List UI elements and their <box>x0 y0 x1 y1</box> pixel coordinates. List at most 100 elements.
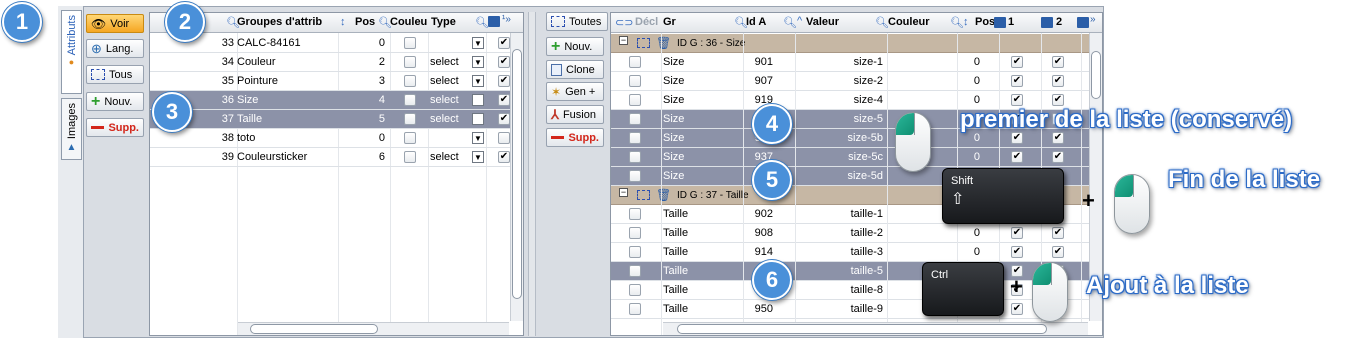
scroll-thumb[interactable] <box>1091 51 1101 99</box>
link-icon[interactable]: ⊂⊃ <box>615 16 633 29</box>
header-couleur[interactable]: Couleu <box>390 16 430 28</box>
gen-button[interactable]: ✶ Gen + <box>546 82 604 101</box>
header-ida[interactable]: Id A <box>746 16 776 28</box>
col1-checkbox[interactable]: ✔ <box>1011 246 1023 258</box>
trash-icon[interactable]: 🗑︎ <box>656 188 671 202</box>
couleur-checkbox[interactable] <box>404 37 416 49</box>
col2-checkbox[interactable]: ✔ <box>1052 75 1064 87</box>
select-checkbox[interactable] <box>629 246 641 258</box>
table-row[interactable]: Taille950taille-9✔✔ <box>611 300 1089 319</box>
table-row[interactable]: 33 CALC-84161 0 ▼ ✔ <box>150 34 510 53</box>
select-checkbox[interactable] <box>629 75 641 87</box>
supp-button[interactable]: Supp. <box>546 128 604 147</box>
toutes-button[interactable]: Toutes <box>546 12 608 31</box>
horizontal-scrollbar[interactable] <box>238 322 509 335</box>
search-icon[interactable]: 🔍︎ <box>950 16 964 29</box>
couleur-checkbox[interactable] <box>404 75 416 87</box>
trash-icon[interactable]: 🗑︎ <box>656 36 671 50</box>
select-checkbox[interactable] <box>629 56 641 68</box>
col2-checkbox[interactable]: ✔ <box>1052 94 1064 106</box>
select-checkbox[interactable] <box>629 132 641 144</box>
column-chooser-icon[interactable] <box>488 16 500 27</box>
horizontal-scrollbar[interactable] <box>663 322 1088 335</box>
header-valeur[interactable]: Valeur <box>806 16 856 28</box>
row-checkbox[interactable]: ✔ <box>498 113 510 125</box>
tous-button[interactable]: Tous <box>86 65 144 84</box>
table-row[interactable]: 37 Taille 5 select ▼ ✔ <box>150 110 510 129</box>
row-checkbox[interactable] <box>498 132 510 144</box>
lang-button[interactable]: ⊕ Lang. <box>86 39 144 58</box>
row-checkbox[interactable]: ✔ <box>498 37 510 49</box>
type-dropdown-icon[interactable]: ▼ <box>472 132 484 144</box>
fusion-button[interactable]: ⅄ Fusion <box>546 105 604 124</box>
select-checkbox[interactable] <box>629 113 641 125</box>
header-col-1[interactable]: 1 <box>1008 16 1020 28</box>
couleur-checkbox[interactable] <box>404 132 416 144</box>
col1-checkbox[interactable]: ✔ <box>1011 227 1023 239</box>
clone-button[interactable]: Clone <box>546 60 604 79</box>
col2-checkbox[interactable]: ✔ <box>1052 246 1064 258</box>
sort-icon[interactable]: ↕ <box>963 16 969 28</box>
col1-checkbox[interactable]: ✔ <box>1011 94 1023 106</box>
collapse-icon[interactable]: − <box>619 188 628 197</box>
header-pos[interactable]: Pos <box>355 16 379 28</box>
header-decl[interactable]: Décl <box>635 16 661 28</box>
row-checkbox[interactable]: ✔ <box>498 94 510 106</box>
type-dropdown-icon[interactable]: ▼ <box>472 151 484 163</box>
table-row[interactable]: 38 toto 0 ▼ <box>150 129 510 148</box>
splitter[interactable] <box>528 12 536 336</box>
table-row[interactable]: Taille 908 taille-2 0 ✔ ✔ <box>611 224 1089 243</box>
select-checkbox[interactable] <box>629 303 641 315</box>
select-checkbox[interactable] <box>629 170 641 182</box>
col1-checkbox[interactable]: ✔ <box>1011 56 1023 68</box>
table-row[interactable]: 34 Couleur 2 select ▼ ✔ <box>150 53 510 72</box>
column-chooser-icon[interactable] <box>1041 17 1053 28</box>
type-dropdown-icon[interactable]: ▼ <box>472 94 484 106</box>
table-row[interactable]: Size 907 size-2 0 ✔ ✔ <box>611 72 1089 91</box>
row-checkbox[interactable]: ✔ <box>498 151 510 163</box>
table-row[interactable]: Size 901 size-1 0 ✔ ✔ <box>611 53 1089 72</box>
select-checkbox[interactable] <box>629 227 641 239</box>
expand-columns-icon[interactable]: ¹» <box>502 14 511 25</box>
type-dropdown-icon[interactable]: ▼ <box>472 75 484 87</box>
search-icon[interactable]: 🔍︎ <box>783 16 797 29</box>
sort-asc-icon[interactable]: ^ <box>797 15 802 27</box>
col1-checkbox[interactable]: ✔ <box>1011 303 1023 315</box>
supp-button[interactable]: Supp. <box>86 118 144 137</box>
collapse-icon[interactable]: − <box>619 36 628 45</box>
select-checkbox[interactable] <box>629 151 641 163</box>
col1-checkbox[interactable]: ✔ <box>1011 151 1023 163</box>
col1-checkbox[interactable]: ✔ <box>1011 75 1023 87</box>
table-row[interactable]: Size 937 size-5c 0 ✔ ✔ <box>611 148 1089 167</box>
table-row[interactable]: 35 Pointure 3 select ▼ ✔ <box>150 72 510 91</box>
header-couleur[interactable]: Couleur <box>888 16 938 28</box>
tab-attributs[interactable]: Attributs ● <box>61 10 82 94</box>
select-group-icon[interactable] <box>637 190 650 200</box>
scroll-thumb[interactable] <box>250 324 378 334</box>
expand-columns-icon[interactable] <box>1077 17 1089 28</box>
select-checkbox[interactable] <box>629 208 641 220</box>
col2-checkbox[interactable]: ✔ <box>1052 227 1064 239</box>
select-checkbox[interactable] <box>629 265 641 277</box>
search-icon[interactable]: 🔍︎ <box>875 16 889 29</box>
header-col-2[interactable]: 2 <box>1056 16 1068 28</box>
select-group-icon[interactable] <box>637 38 650 48</box>
nouv-button[interactable]: + Nouv. <box>86 92 144 111</box>
header-groupes[interactable]: Groupes d'attrib <box>237 16 337 28</box>
col2-checkbox[interactable]: ✔ <box>1052 56 1064 68</box>
scroll-thumb[interactable] <box>512 49 522 299</box>
couleur-checkbox[interactable] <box>404 56 416 68</box>
more-columns-icon[interactable]: » <box>1090 14 1096 25</box>
select-checkbox[interactable] <box>629 284 641 296</box>
col2-checkbox[interactable]: ✔ <box>1052 151 1064 163</box>
couleur-checkbox[interactable] <box>404 94 416 106</box>
type-dropdown-icon[interactable]: ▼ <box>472 56 484 68</box>
column-chooser-icon[interactable] <box>994 17 1006 28</box>
vertical-scrollbar[interactable] <box>510 33 523 321</box>
header-gr[interactable]: Gr <box>663 16 683 28</box>
header-type[interactable]: Type <box>431 16 461 28</box>
table-row[interactable]: 39 Couleursticker 6 select ▼ ✔ <box>150 148 510 167</box>
tab-images[interactable]: Images ▲ <box>61 98 82 160</box>
row-checkbox[interactable]: ✔ <box>498 56 510 68</box>
sort-icon[interactable]: ↕ <box>340 16 346 28</box>
